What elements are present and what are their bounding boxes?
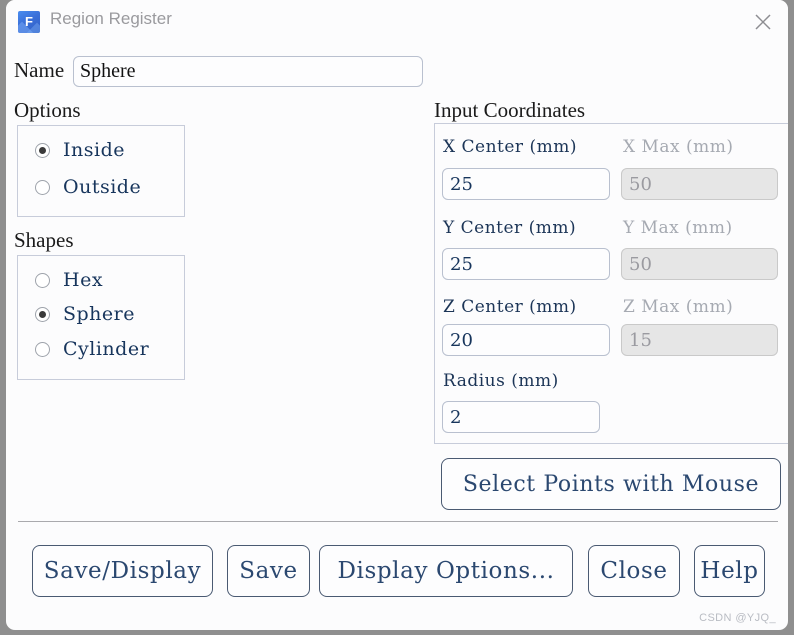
radio-sphere[interactable]: Sphere [35,303,135,325]
app-icon-letter: F [25,14,33,29]
display-options-button[interactable]: Display Options... [319,545,573,597]
input-y-center[interactable] [442,248,610,280]
radio-mark-icon [35,306,50,322]
save-button[interactable]: Save [227,545,310,597]
input-x-max [621,168,778,200]
radio-label: Inside [63,139,125,161]
label-z-center: Z Center (mm) [443,297,577,317]
radio-label: Outside [63,176,142,198]
label-x-center: X Center (mm) [443,137,577,157]
divider [18,521,778,522]
select-points-with-mouse-button[interactable]: Select Points with Mouse [441,458,781,510]
label-y-max: Y Max (mm) [623,218,733,238]
radio-label: Sphere [63,303,135,325]
input-z-center[interactable] [442,324,610,356]
label-x-max: X Max (mm) [623,137,734,157]
app-icon: F [18,11,40,33]
radio-cylinder[interactable]: Cylinder [35,338,149,360]
radio-mark-icon [35,341,50,357]
help-button[interactable]: Help [694,545,765,597]
radio-label: Hex [63,269,104,291]
label-z-max: Z Max (mm) [623,297,734,317]
radio-hex[interactable]: Hex [35,269,103,291]
radio-mark-icon [35,142,50,158]
label-radius: Radius (mm) [443,371,559,391]
input-x-center[interactable] [442,168,610,200]
name-label: Name [14,58,65,82]
input-radius[interactable] [442,401,600,433]
coordinates-heading: Input Coordinates [434,98,586,122]
bottom-button-bar: Save/Display Save Display Options... Clo… [6,545,788,609]
name-input[interactable] [73,56,423,87]
title-bar: F Region Register [6,0,788,44]
radio-label: Cylinder [63,338,150,360]
shapes-heading: Shapes [14,228,74,252]
radio-outside[interactable]: Outside [35,176,141,198]
input-z-max [621,324,778,356]
close-button[interactable] [746,6,780,38]
save-display-button[interactable]: Save/Display [32,545,213,597]
radio-inside[interactable]: Inside [35,139,125,161]
options-heading: Options [14,98,81,122]
label-y-center: Y Center (mm) [443,218,577,238]
radio-mark-icon [35,272,50,288]
input-y-max [621,248,778,280]
window-title: Region Register [50,9,172,28]
close-dialog-button[interactable]: Close [588,545,680,597]
close-icon [755,14,771,30]
watermark: CSDN @YJQ_ [699,612,776,624]
radio-mark-icon [35,179,50,195]
region-register-window: F Region Register Name Options Inside Ou… [6,0,788,630]
